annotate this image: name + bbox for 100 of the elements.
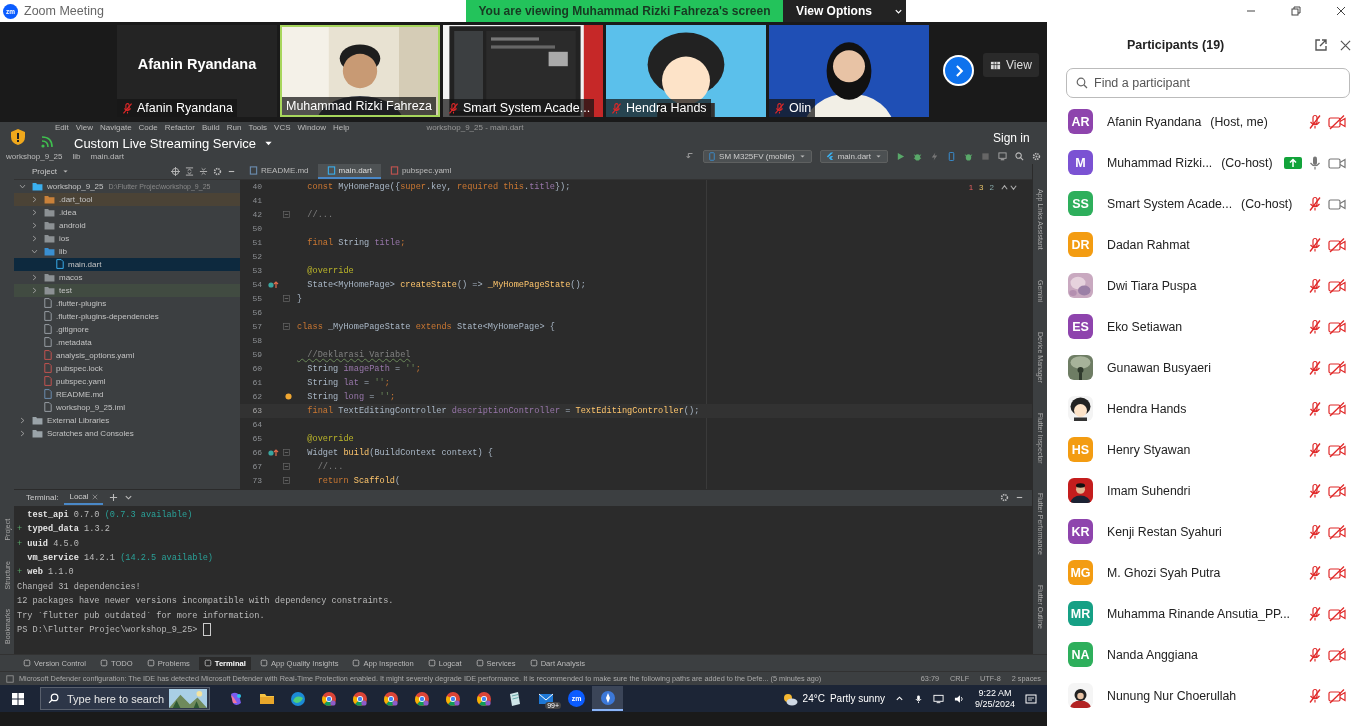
tree-item[interactable]: Scratches and Consoles xyxy=(14,426,240,440)
fold-marker-icon[interactable] xyxy=(282,323,290,331)
caret-icon[interactable] xyxy=(61,167,69,175)
tree-item[interactable]: .flutter-plugins-dependencies xyxy=(14,309,240,323)
fold-marker-icon[interactable] xyxy=(282,449,290,457)
menu-item[interactable]: Window xyxy=(297,123,326,132)
menu-item[interactable]: Build xyxy=(201,123,220,132)
bulb-icon[interactable] xyxy=(285,392,292,400)
next-page-button[interactable] xyxy=(943,55,974,86)
menu-item[interactable]: Code xyxy=(138,123,158,132)
sign-in-button[interactable]: Sign in xyxy=(993,131,1030,145)
breadcrumb-item[interactable]: workshop_9_25 xyxy=(6,151,63,161)
video-tile[interactable]: Muhammad Rizki Fahreza xyxy=(280,25,440,117)
collapse-all-icon[interactable] xyxy=(199,166,208,176)
tree-item[interactable]: README.md xyxy=(14,387,240,401)
run-config-selector[interactable]: main.dart xyxy=(819,149,888,163)
settings-icon[interactable] xyxy=(213,166,222,176)
muted-mic-icon[interactable] xyxy=(1307,400,1323,417)
video-off-icon[interactable] xyxy=(1328,482,1346,499)
weather-text[interactable]: 24°C xyxy=(802,693,825,704)
video-tile[interactable]: Olin xyxy=(769,25,929,117)
bug-icon[interactable] xyxy=(964,151,973,161)
run-icon[interactable] xyxy=(896,151,905,161)
speaker-icon[interactable] xyxy=(953,693,965,704)
tree-item[interactable]: .gitignore xyxy=(14,322,240,336)
weather-icon[interactable] xyxy=(781,691,798,706)
muted-mic-icon[interactable] xyxy=(1307,359,1323,376)
breadcrumb-item[interactable]: lib xyxy=(72,151,81,161)
muted-mic-icon[interactable] xyxy=(1307,482,1323,499)
menu-item[interactable]: View xyxy=(75,123,93,132)
override-marker-icon[interactable] xyxy=(267,279,279,290)
tree-item[interactable]: analysis_options.yaml xyxy=(14,348,240,362)
tree-item[interactable]: pubspec.lock xyxy=(14,361,240,375)
editor-tab[interactable]: README.md xyxy=(240,164,318,179)
device-icon[interactable] xyxy=(998,151,1007,161)
override-marker-icon[interactable] xyxy=(267,447,279,458)
tree-item[interactable]: main.dart xyxy=(14,257,240,271)
tree-item[interactable]: .idea xyxy=(14,205,240,219)
muted-mic-icon[interactable] xyxy=(1307,523,1323,540)
close-icon[interactable] xyxy=(1336,6,1346,16)
warning-count[interactable]: 3 xyxy=(979,182,984,192)
notification-icon[interactable] xyxy=(1025,692,1037,705)
muted-mic-icon[interactable] xyxy=(1307,646,1323,663)
shield-icon[interactable] xyxy=(10,128,26,146)
taskbar-button[interactable] xyxy=(592,686,623,711)
muted-mic-icon[interactable] xyxy=(1307,318,1323,335)
video-off-icon[interactable] xyxy=(1328,441,1346,458)
muted-mic-icon[interactable] xyxy=(1307,236,1323,253)
fold-marker-icon[interactable] xyxy=(282,295,290,303)
video-off-icon[interactable] xyxy=(1328,605,1346,622)
search-icon[interactable] xyxy=(1015,151,1024,161)
muted-mic-icon[interactable] xyxy=(1307,441,1323,458)
menu-item[interactable]: VCS xyxy=(274,123,291,132)
settings-icon[interactable] xyxy=(1032,151,1041,161)
view-options-button[interactable]: View Options xyxy=(783,0,906,22)
video-off-icon[interactable] xyxy=(1328,318,1346,335)
device-selector[interactable]: SM M325FV (mobile) xyxy=(703,149,812,163)
lightning-icon[interactable] xyxy=(930,151,939,161)
navigate-arrows-icon[interactable] xyxy=(1000,182,1018,192)
expand-all-icon[interactable] xyxy=(185,166,194,176)
tree-item[interactable]: .flutter-plugins xyxy=(14,296,240,310)
streaming-menu[interactable]: Custom Live Streaming Service xyxy=(74,136,274,151)
start-icon[interactable] xyxy=(12,692,24,705)
microphone-icon[interactable] xyxy=(913,693,923,704)
menu-item[interactable]: Help xyxy=(333,123,350,132)
tree-item[interactable]: External Libraries xyxy=(14,413,240,427)
clock-date[interactable]: 9/25/2024 xyxy=(974,698,1015,710)
video-off-icon[interactable] xyxy=(1328,523,1346,540)
bug-icon[interactable] xyxy=(913,151,922,161)
tree-item[interactable]: pubspec.yaml xyxy=(14,374,240,388)
editor-tab[interactable]: main.dart xyxy=(317,164,381,179)
panel-title[interactable]: Project xyxy=(32,166,57,176)
clock-time[interactable]: 9:22 AM xyxy=(978,687,1012,699)
breadcrumb-item[interactable]: main.dart xyxy=(90,151,124,161)
video-off-icon[interactable] xyxy=(1328,646,1346,663)
menu-item[interactable]: Run xyxy=(226,123,242,132)
video-tile[interactable]: Hendra Hands xyxy=(606,25,766,117)
weather-text[interactable]: Partly sunny xyxy=(829,693,885,704)
add-icon[interactable] xyxy=(108,493,118,503)
tree-item[interactable]: macos xyxy=(14,270,240,284)
muted-mic-icon[interactable] xyxy=(1307,605,1323,622)
tree-item[interactable]: test xyxy=(14,283,240,297)
video-off-icon[interactable] xyxy=(1328,400,1346,417)
phone-icon[interactable] xyxy=(947,151,956,161)
tree-item[interactable]: workshop_9_25.iml xyxy=(14,400,240,414)
menu-item[interactable]: Tools xyxy=(248,123,268,132)
weak-warning-count[interactable]: 2 xyxy=(989,182,994,192)
video-off-icon[interactable] xyxy=(1328,687,1346,704)
restore-icon[interactable] xyxy=(1291,6,1301,16)
tree-item[interactable]: .dart_tool xyxy=(14,192,240,206)
settings-icon[interactable] xyxy=(1000,493,1009,503)
video-off-icon[interactable] xyxy=(1328,113,1346,130)
back-arrow-icon[interactable] xyxy=(685,151,696,161)
fold-marker-icon[interactable] xyxy=(282,477,290,485)
tree-item[interactable]: android xyxy=(14,218,240,232)
close-icon[interactable] xyxy=(1340,39,1351,51)
caret-icon[interactable] xyxy=(123,493,133,503)
search-field[interactable]: Find a participant xyxy=(1066,68,1350,98)
monitor-icon[interactable] xyxy=(932,693,944,704)
chevron-up-icon[interactable] xyxy=(894,694,904,703)
